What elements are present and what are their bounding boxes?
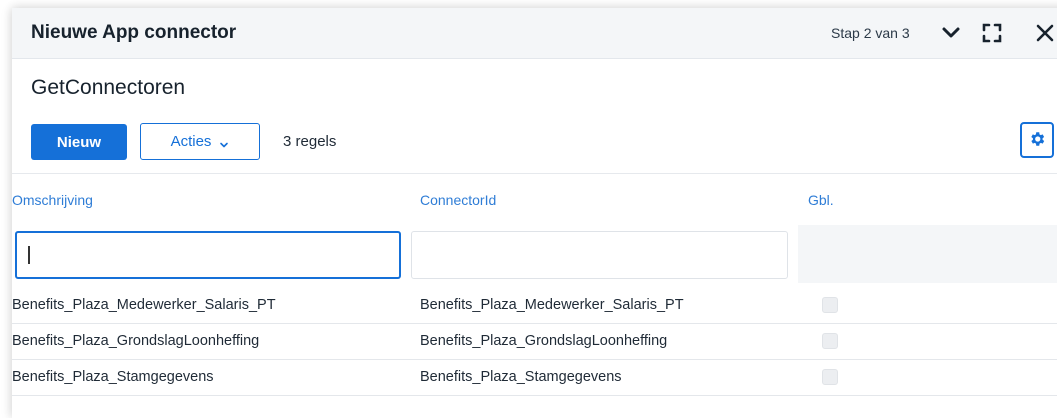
chevron-down-icon[interactable] bbox=[940, 22, 962, 44]
gbl-checkbox[interactable] bbox=[822, 369, 838, 385]
cell-connectorid: Benefits_Plaza_GrondslagLoonheffing bbox=[420, 333, 668, 349]
chevron-down-icon bbox=[219, 137, 229, 147]
expand-icon[interactable] bbox=[981, 22, 1003, 44]
filter-connectorid-input[interactable] bbox=[411, 231, 788, 279]
settings-button[interactable] bbox=[1020, 122, 1054, 158]
filter-row-background bbox=[798, 225, 1057, 283]
gbl-checkbox[interactable] bbox=[822, 333, 838, 349]
dialog-title: Nieuwe App connector bbox=[31, 22, 237, 43]
table-row[interactable]: Benefits_Plaza_GrondslagLoonheffing Bene… bbox=[12, 324, 1057, 360]
step-indicator: Stap 2 van 3 bbox=[831, 25, 910, 41]
app-connector-dialog: Nieuwe App connector Stap 2 van 3 GetCon… bbox=[12, 8, 1057, 418]
new-button[interactable]: Nieuw bbox=[31, 124, 127, 160]
dialog-titlebar: Nieuwe App connector Stap 2 van 3 bbox=[12, 8, 1057, 59]
cell-omschrijving: Benefits_Plaza_GrondslagLoonheffing bbox=[12, 333, 260, 349]
column-header-omschrijving[interactable]: Omschrijving bbox=[12, 192, 93, 208]
row-count: 3 regels bbox=[283, 133, 337, 150]
filter-omschrijving-input[interactable] bbox=[15, 231, 401, 279]
actions-label: Acties bbox=[170, 133, 212, 150]
actions-dropdown-button[interactable]: Acties bbox=[140, 123, 260, 160]
table-row[interactable]: Benefits_Plaza_Medewerker_Salaris_PT Ben… bbox=[12, 288, 1057, 324]
cell-omschrijving: Benefits_Plaza_Stamgegevens bbox=[12, 369, 214, 385]
cell-omschrijving: Benefits_Plaza_Medewerker_Salaris_PT bbox=[12, 297, 276, 313]
close-icon[interactable] bbox=[1034, 22, 1056, 44]
gbl-checkbox[interactable] bbox=[822, 297, 838, 313]
toolbar-divider bbox=[12, 173, 1057, 174]
text-cursor bbox=[28, 246, 30, 264]
gear-icon bbox=[1028, 130, 1046, 151]
page-title: GetConnectoren bbox=[31, 76, 186, 99]
column-header-connectorid[interactable]: ConnectorId bbox=[420, 192, 496, 208]
cell-connectorid: Benefits_Plaza_Medewerker_Salaris_PT bbox=[420, 297, 684, 313]
column-header-gbl[interactable]: Gbl. bbox=[808, 192, 834, 208]
table-row[interactable]: Benefits_Plaza_Stamgegevens Benefits_Pla… bbox=[12, 360, 1057, 396]
cell-connectorid: Benefits_Plaza_Stamgegevens bbox=[420, 369, 622, 385]
